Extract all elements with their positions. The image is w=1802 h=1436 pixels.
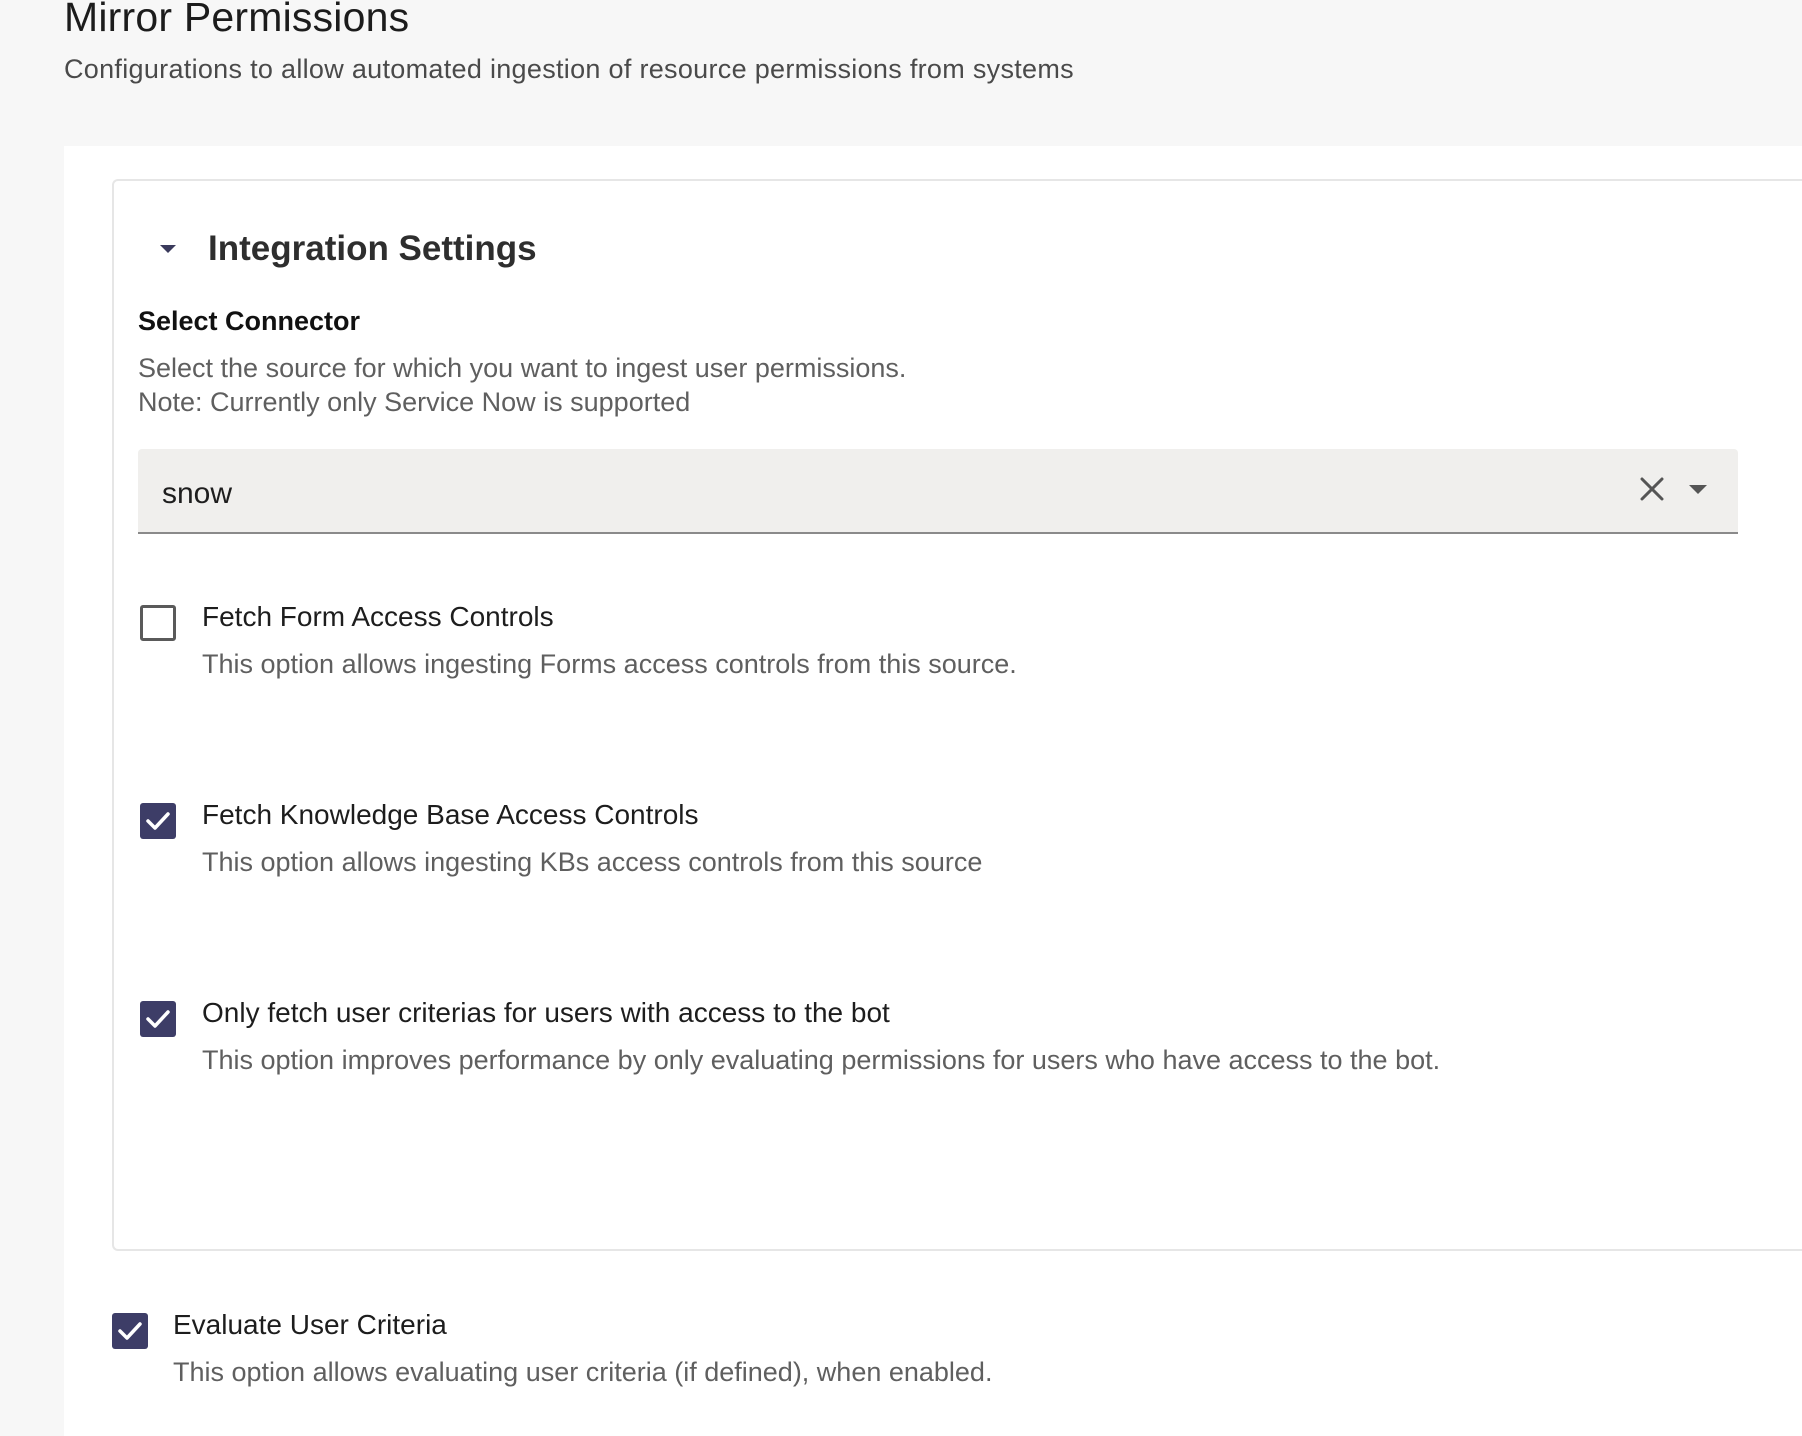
integration-settings-title: Integration Settings: [208, 229, 537, 268]
page-subtitle: Configurations to allow automated ingest…: [64, 54, 1074, 84]
option-label[interactable]: Fetch Knowledge Base Access Controls: [202, 799, 698, 831]
connector-note-line: Note: Currently only Service Now is supp…: [138, 387, 691, 417]
integration-settings-toggle[interactable]: Integration Settings: [154, 225, 537, 273]
option-label[interactable]: Evaluate User Criteria: [173, 1309, 447, 1341]
integration-settings-card: Integration Settings Select Connector Se…: [112, 179, 1802, 1251]
option-description: This option allows ingesting KBs access …: [202, 847, 983, 877]
connector-select[interactable]: snow: [138, 449, 1738, 534]
option-label[interactable]: Only fetch user criterias for users with…: [202, 997, 890, 1029]
content-panel: Integration Settings Select Connector Se…: [64, 146, 1802, 1436]
chevron-down-icon[interactable]: [1682, 473, 1714, 505]
option-description: This option allows evaluating user crite…: [173, 1357, 993, 1387]
page-title: Mirror Permissions: [64, 0, 410, 40]
option-description: This option improves performance by only…: [202, 1045, 1441, 1075]
option-description: This option allows ingesting Forms acces…: [202, 649, 1017, 679]
clear-icon[interactable]: [1636, 473, 1668, 505]
fetch-form-access-checkbox[interactable]: [140, 605, 176, 641]
checkmark-icon: [146, 1010, 170, 1028]
mirror-permissions-page: Mirror Permissions Configurations to all…: [0, 0, 1802, 1436]
caret-down-icon[interactable]: [154, 235, 182, 263]
checkmark-icon: [146, 812, 170, 830]
option-label[interactable]: Fetch Form Access Controls: [202, 601, 554, 633]
select-connector-label: Select Connector: [138, 306, 361, 336]
select-connector-description: Select the source for which you want to …: [138, 351, 906, 419]
fetch-kb-access-checkbox[interactable]: [140, 803, 176, 839]
evaluate-user-criteria-checkbox[interactable]: [112, 1313, 148, 1349]
connector-description-line: Select the source for which you want to …: [138, 353, 907, 383]
connector-selected-value: snow: [162, 477, 233, 510]
checkmark-icon: [118, 1322, 142, 1340]
only-bot-users-checkbox[interactable]: [140, 1001, 176, 1037]
